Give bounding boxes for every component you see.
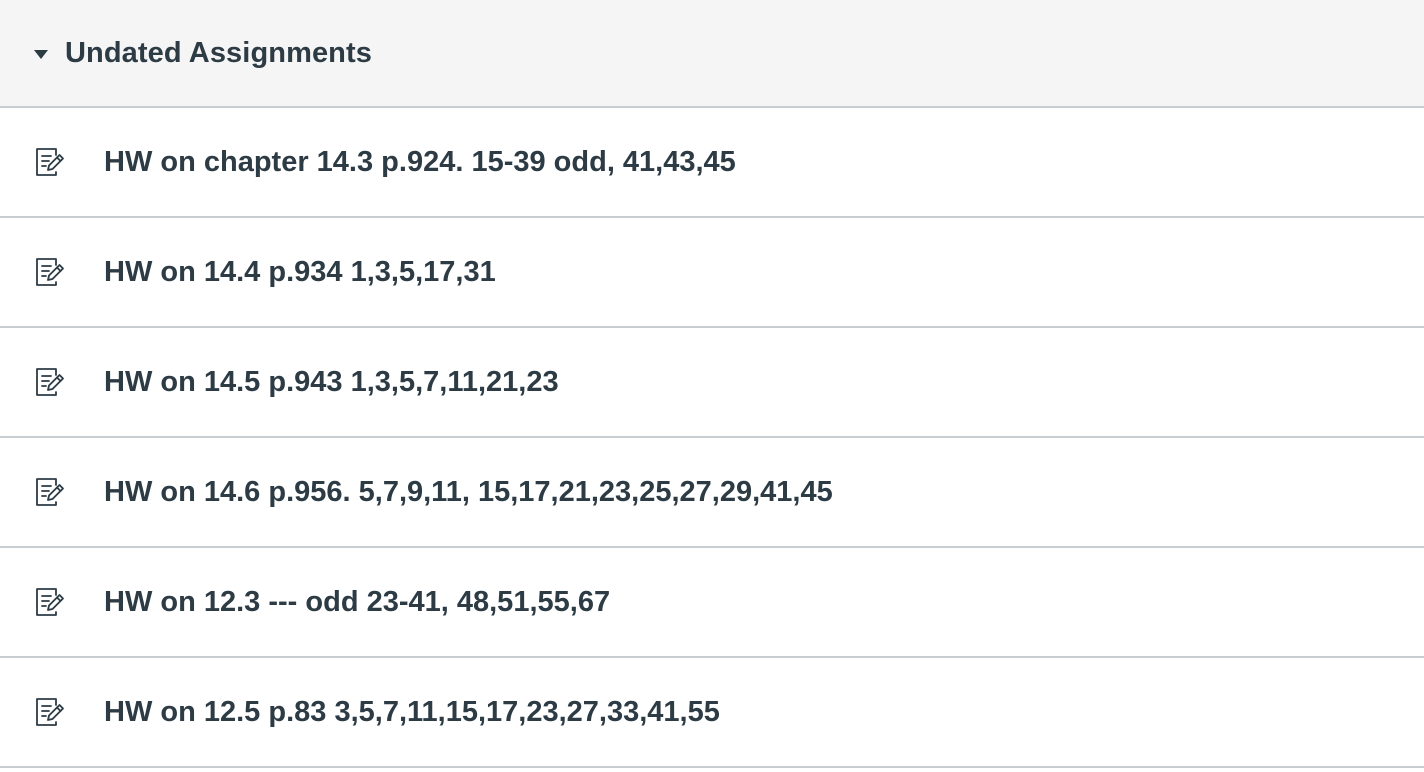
undated-assignments-toggle[interactable]: Undated Assignments	[0, 0, 1424, 108]
assignment-title[interactable]: HW on 14.6 p.956. 5,7,9,11, 15,17,21,23,…	[104, 476, 833, 509]
assignment-row[interactable]: HW on 12.3 --- odd 23-41, 48,51,55,67	[0, 548, 1424, 658]
assignment-title[interactable]: HW on 12.5 p.83 3,5,7,11,15,17,23,27,33,…	[104, 696, 720, 729]
assignment-icon	[34, 366, 66, 398]
assignment-list: HW on chapter 14.3 p.924. 15-39 odd, 41,…	[0, 108, 1424, 768]
assignment-row[interactable]: HW on 14.5 p.943 1,3,5,7,11,21,23	[0, 328, 1424, 438]
assignment-row[interactable]: HW on 14.4 p.934 1,3,5,17,31	[0, 218, 1424, 328]
assignment-icon	[34, 256, 66, 288]
assignment-row[interactable]: HW on 14.6 p.956. 5,7,9,11, 15,17,21,23,…	[0, 438, 1424, 548]
assignment-title[interactable]: HW on 12.3 --- odd 23-41, 48,51,55,67	[104, 586, 610, 619]
assignment-icon	[34, 586, 66, 618]
assignment-icon	[34, 476, 66, 508]
assignment-row[interactable]: HW on 12.5 p.83 3,5,7,11,15,17,23,27,33,…	[0, 658, 1424, 768]
assignment-icon	[34, 146, 66, 178]
assignment-title[interactable]: HW on chapter 14.3 p.924. 15-39 odd, 41,…	[104, 146, 736, 179]
assignment-title[interactable]: HW on 14.4 p.934 1,3,5,17,31	[104, 256, 496, 289]
caret-down-icon[interactable]	[34, 49, 48, 59]
assignment-icon	[34, 696, 66, 728]
group-title: Undated Assignments	[65, 36, 372, 69]
assignment-title[interactable]: HW on 14.5 p.943 1,3,5,7,11,21,23	[104, 366, 559, 399]
assignment-row[interactable]: HW on chapter 14.3 p.924. 15-39 odd, 41,…	[0, 108, 1424, 218]
